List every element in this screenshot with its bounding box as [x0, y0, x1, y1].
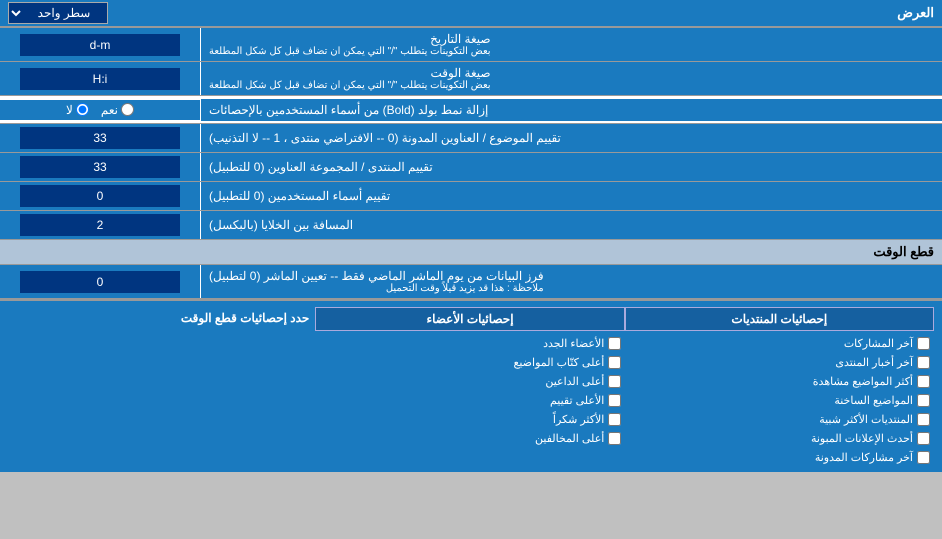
stats-checkbox-4[interactable]: [917, 394, 930, 407]
cell-spacing-input-container: [0, 211, 200, 239]
users-order-input[interactable]: [20, 185, 180, 207]
stats-item: آخر أخبار المنتدى: [625, 354, 934, 371]
stats-item-label-6: أحدث الإعلانات المبونة: [811, 432, 913, 445]
stats-col2-header: إحصائيات الأعضاء: [315, 307, 624, 331]
stats-item: الأعضاء الجدد: [317, 335, 626, 352]
stats-checkbox-8[interactable]: [608, 337, 621, 350]
bold-remove-label: إزالة نمط بولد (Bold) من أسماء المستخدمي…: [200, 99, 942, 121]
cell-spacing-label: المسافة بين الخلايا (بالبكسل): [200, 211, 942, 239]
stats-item-label-1: آخر المشاركات: [844, 337, 913, 350]
cutoff-input-container: [0, 265, 200, 298]
time-format-title: صيغة الوقت: [209, 66, 491, 80]
stats-item: الأعلى تقييم: [317, 392, 626, 409]
stats-item-label-11: الأعلى تقييم: [550, 394, 604, 407]
cutoff-row-title: فرز البيانات من يوم الماشر الماضي فقط --…: [209, 269, 544, 283]
stats-item-label-8: الأعضاء الجدد: [543, 337, 604, 350]
stats-item-label-3: أكثر المواضيع مشاهدة: [813, 375, 913, 388]
forum-order-row: تقييم المنتدى / المجموعة العناوين (0 للت…: [0, 153, 942, 182]
forum-order-label: تقييم المنتدى / المجموعة العناوين (0 للت…: [200, 153, 942, 181]
time-format-row: صيغة الوقت بعض التكوينات يتطلب "/" التي …: [0, 62, 942, 96]
stats-header-row: إحصائيات المنتديات إحصائيات الأعضاء حدد …: [8, 307, 934, 331]
bold-remove-radio-area: نعم لا: [0, 100, 200, 120]
stats-item: المنتديات الأكثر شبية: [625, 411, 934, 428]
stats-item: الأكثر شكراً: [317, 411, 626, 428]
forum-order-input-container: [0, 153, 200, 181]
stats-checkbox-1[interactable]: [917, 337, 930, 350]
date-format-input[interactable]: [20, 34, 180, 56]
stats-item-label-13: أعلى المخالفين: [535, 432, 604, 445]
stats-checkbox-2[interactable]: [917, 356, 930, 369]
stats-item: المواضيع الساخنة: [625, 392, 934, 409]
stats-item-label-9: أعلى كتّاب المواضيع: [514, 356, 605, 369]
date-format-title: صيغة التاريخ: [209, 32, 491, 46]
stats-item: آخر المشاركات: [625, 335, 934, 352]
bold-remove-yes-label[interactable]: نعم: [101, 103, 134, 117]
cutoff-input[interactable]: [20, 271, 180, 293]
topics-order-input[interactable]: [20, 127, 180, 149]
stats-item-label-2: آخر أخبار المنتدى: [835, 356, 913, 369]
stats-checkbox-13[interactable]: [608, 432, 621, 445]
stats-checkbox-9[interactable]: [608, 356, 621, 369]
stats-right-label: حدد إحصائيات قطع الوقت: [8, 307, 315, 331]
display-dropdown[interactable]: سطر واحد سطرين ثلاثة أسطر: [8, 2, 108, 24]
users-order-label: تقييم أسماء المستخدمين (0 للتطبيل): [200, 182, 942, 210]
stats-item-label-12: الأكثر شكراً: [553, 413, 604, 426]
main-container: العرض سطر واحد سطرين ثلاثة أسطر صيغة الت…: [0, 0, 942, 472]
stats-item: أكثر المواضيع مشاهدة: [625, 373, 934, 390]
bold-remove-yes-radio[interactable]: [121, 103, 134, 116]
stats-section: إحصائيات المنتديات إحصائيات الأعضاء حدد …: [0, 299, 942, 472]
cutoff-row-label: فرز البيانات من يوم الماشر الماضي فقط --…: [200, 265, 942, 298]
stats-checkbox-10[interactable]: [608, 375, 621, 388]
stats-item-label-10: أعلى الداعين: [545, 375, 604, 388]
stats-item: أعلى كتّاب المواضيع: [317, 354, 626, 371]
cutoff-section-title: قطع الوقت: [873, 244, 934, 259]
bold-remove-no-label[interactable]: لا: [66, 103, 89, 117]
time-format-label: صيغة الوقت بعض التكوينات يتطلب "/" التي …: [200, 62, 942, 95]
date-format-sublabel: بعض التكوينات يتطلب "/" التي يمكن ان تضا…: [209, 46, 491, 57]
stats-col1-header: إحصائيات المنتديات: [625, 307, 934, 331]
stats-checkbox-6[interactable]: [917, 432, 930, 445]
time-format-input-container: [0, 62, 200, 95]
date-format-input-container: [0, 28, 200, 61]
stats-item-label-7: آخر مشاركات المدونة: [815, 451, 913, 464]
stats-checkbox-5[interactable]: [917, 413, 930, 426]
topics-order-row: تقييم الموضوع / العناوين المدونة (0 -- ا…: [0, 124, 942, 153]
stats-col2: الأعضاء الجدد أعلى كتّاب المواضيع أعلى ا…: [317, 335, 626, 466]
bold-remove-row: إزالة نمط بولد (Bold) من أسماء المستخدمي…: [0, 96, 942, 124]
bold-remove-no-radio[interactable]: [76, 103, 89, 116]
cutoff-row-note: ملاحظة : هذا قد يزيد قيلاً وقت التحميل: [209, 283, 544, 294]
stats-checkbox-11[interactable]: [608, 394, 621, 407]
header-row: العرض سطر واحد سطرين ثلاثة أسطر: [0, 0, 942, 28]
stats-checkbox-7[interactable]: [917, 451, 930, 464]
stats-item: أعلى المخالفين: [317, 430, 626, 447]
cell-spacing-input[interactable]: [20, 214, 180, 236]
cutoff-section-header: قطع الوقت: [0, 240, 942, 265]
time-format-input[interactable]: [20, 68, 180, 90]
topics-order-label: تقييم الموضوع / العناوين المدونة (0 -- ا…: [200, 124, 942, 152]
users-order-row: تقييم أسماء المستخدمين (0 للتطبيل): [0, 182, 942, 211]
stats-grid: آخر المشاركات آخر أخبار المنتدى أكثر الم…: [8, 335, 934, 466]
stats-item: أعلى الداعين: [317, 373, 626, 390]
stats-item: أحدث الإعلانات المبونة: [625, 430, 934, 447]
forum-order-input[interactable]: [20, 156, 180, 178]
cutoff-row: فرز البيانات من يوم الماشر الماضي فقط --…: [0, 265, 942, 299]
cell-spacing-row: المسافة بين الخلايا (بالبكسل): [0, 211, 942, 240]
date-format-row: صيغة التاريخ بعض التكوينات يتطلب "/" الت…: [0, 28, 942, 62]
time-format-sublabel: بعض التكوينات يتطلب "/" التي يمكن ان تضا…: [209, 80, 491, 91]
stats-right-area: [8, 335, 317, 466]
stats-col1: آخر المشاركات آخر أخبار المنتدى أكثر الم…: [625, 335, 934, 466]
date-format-label: صيغة التاريخ بعض التكوينات يتطلب "/" الت…: [200, 28, 942, 61]
stats-item: آخر مشاركات المدونة: [625, 449, 934, 466]
stats-checkbox-3[interactable]: [917, 375, 930, 388]
users-order-input-container: [0, 182, 200, 210]
stats-item-label-5: المنتديات الأكثر شبية: [819, 413, 913, 426]
stats-checkbox-12[interactable]: [608, 413, 621, 426]
page-title: العرض: [108, 5, 934, 21]
stats-item-label-4: المواضيع الساخنة: [834, 394, 913, 407]
topics-order-input-container: [0, 124, 200, 152]
